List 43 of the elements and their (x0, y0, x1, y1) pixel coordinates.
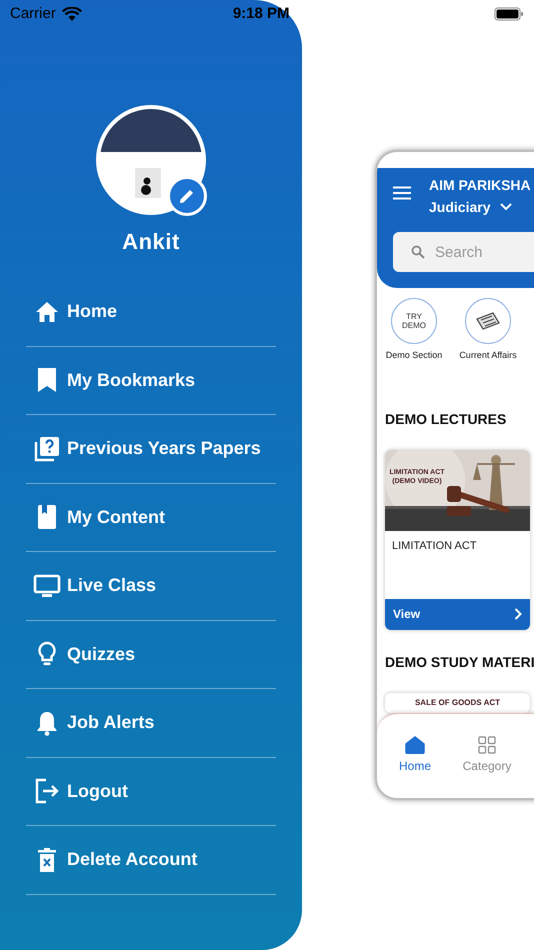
menu-item[interactable]: Previous Years Papers (26, 415, 276, 484)
app-title: AIM PARIKSHA (429, 176, 531, 194)
menu-item[interactable]: Home (26, 278, 276, 346)
home-icon (34, 300, 58, 323)
content-card[interactable]: SALE OF GOODS ACT (385, 692, 530, 712)
bell-icon (36, 710, 58, 736)
search-icon (411, 245, 425, 259)
wifi-icon (62, 6, 82, 22)
lightbulb-icon (36, 641, 56, 668)
section-title: DEMO LECTURES (385, 410, 508, 428)
user-name: Ankit (122, 228, 180, 256)
carrier-label: Carrier (10, 4, 56, 24)
nav-tab[interactable]: Home (383, 736, 447, 798)
newspaper-icon (475, 311, 501, 331)
demo-icon: TRY DEMO (399, 312, 429, 330)
menu-item[interactable]: Live Class (26, 552, 276, 620)
menu-item[interactable]: My Bookmarks (26, 346, 276, 415)
menu-item[interactable]: Delete Account (26, 826, 276, 894)
menu-icon[interactable] (393, 186, 411, 200)
section-title: DEMO STUDY MATERI (385, 652, 534, 672)
home-icon (405, 736, 425, 754)
monitor-icon (32, 574, 60, 598)
delete-icon (36, 846, 56, 873)
chevron-right-icon (514, 608, 522, 620)
category-selector[interactable]: Judiciary (429, 194, 531, 220)
logout-icon (34, 778, 60, 804)
book-icon (36, 504, 56, 530)
grid-icon (478, 736, 496, 754)
battery-icon (494, 7, 524, 21)
chevron-down-icon (500, 203, 512, 211)
pencil-icon (178, 187, 196, 205)
nav-tab[interactable]: Category (455, 736, 519, 798)
menu-item[interactable]: My Content (26, 484, 276, 552)
view-button[interactable]: View (385, 598, 530, 630)
search-field[interactable]: Search (393, 232, 534, 272)
menu-item[interactable]: Logout (26, 758, 276, 826)
menu-item[interactable]: Quizzes (26, 620, 276, 689)
bookmark-icon (36, 367, 56, 394)
menu-item[interactable]: Job Alerts (26, 689, 276, 758)
question-papers-icon (34, 436, 60, 462)
thumbnail-caption: SALE OF GOODS ACT (414, 698, 502, 708)
clock: 9:18 PM (232, 4, 290, 24)
card-title: LIMITATION ACT (392, 538, 478, 554)
